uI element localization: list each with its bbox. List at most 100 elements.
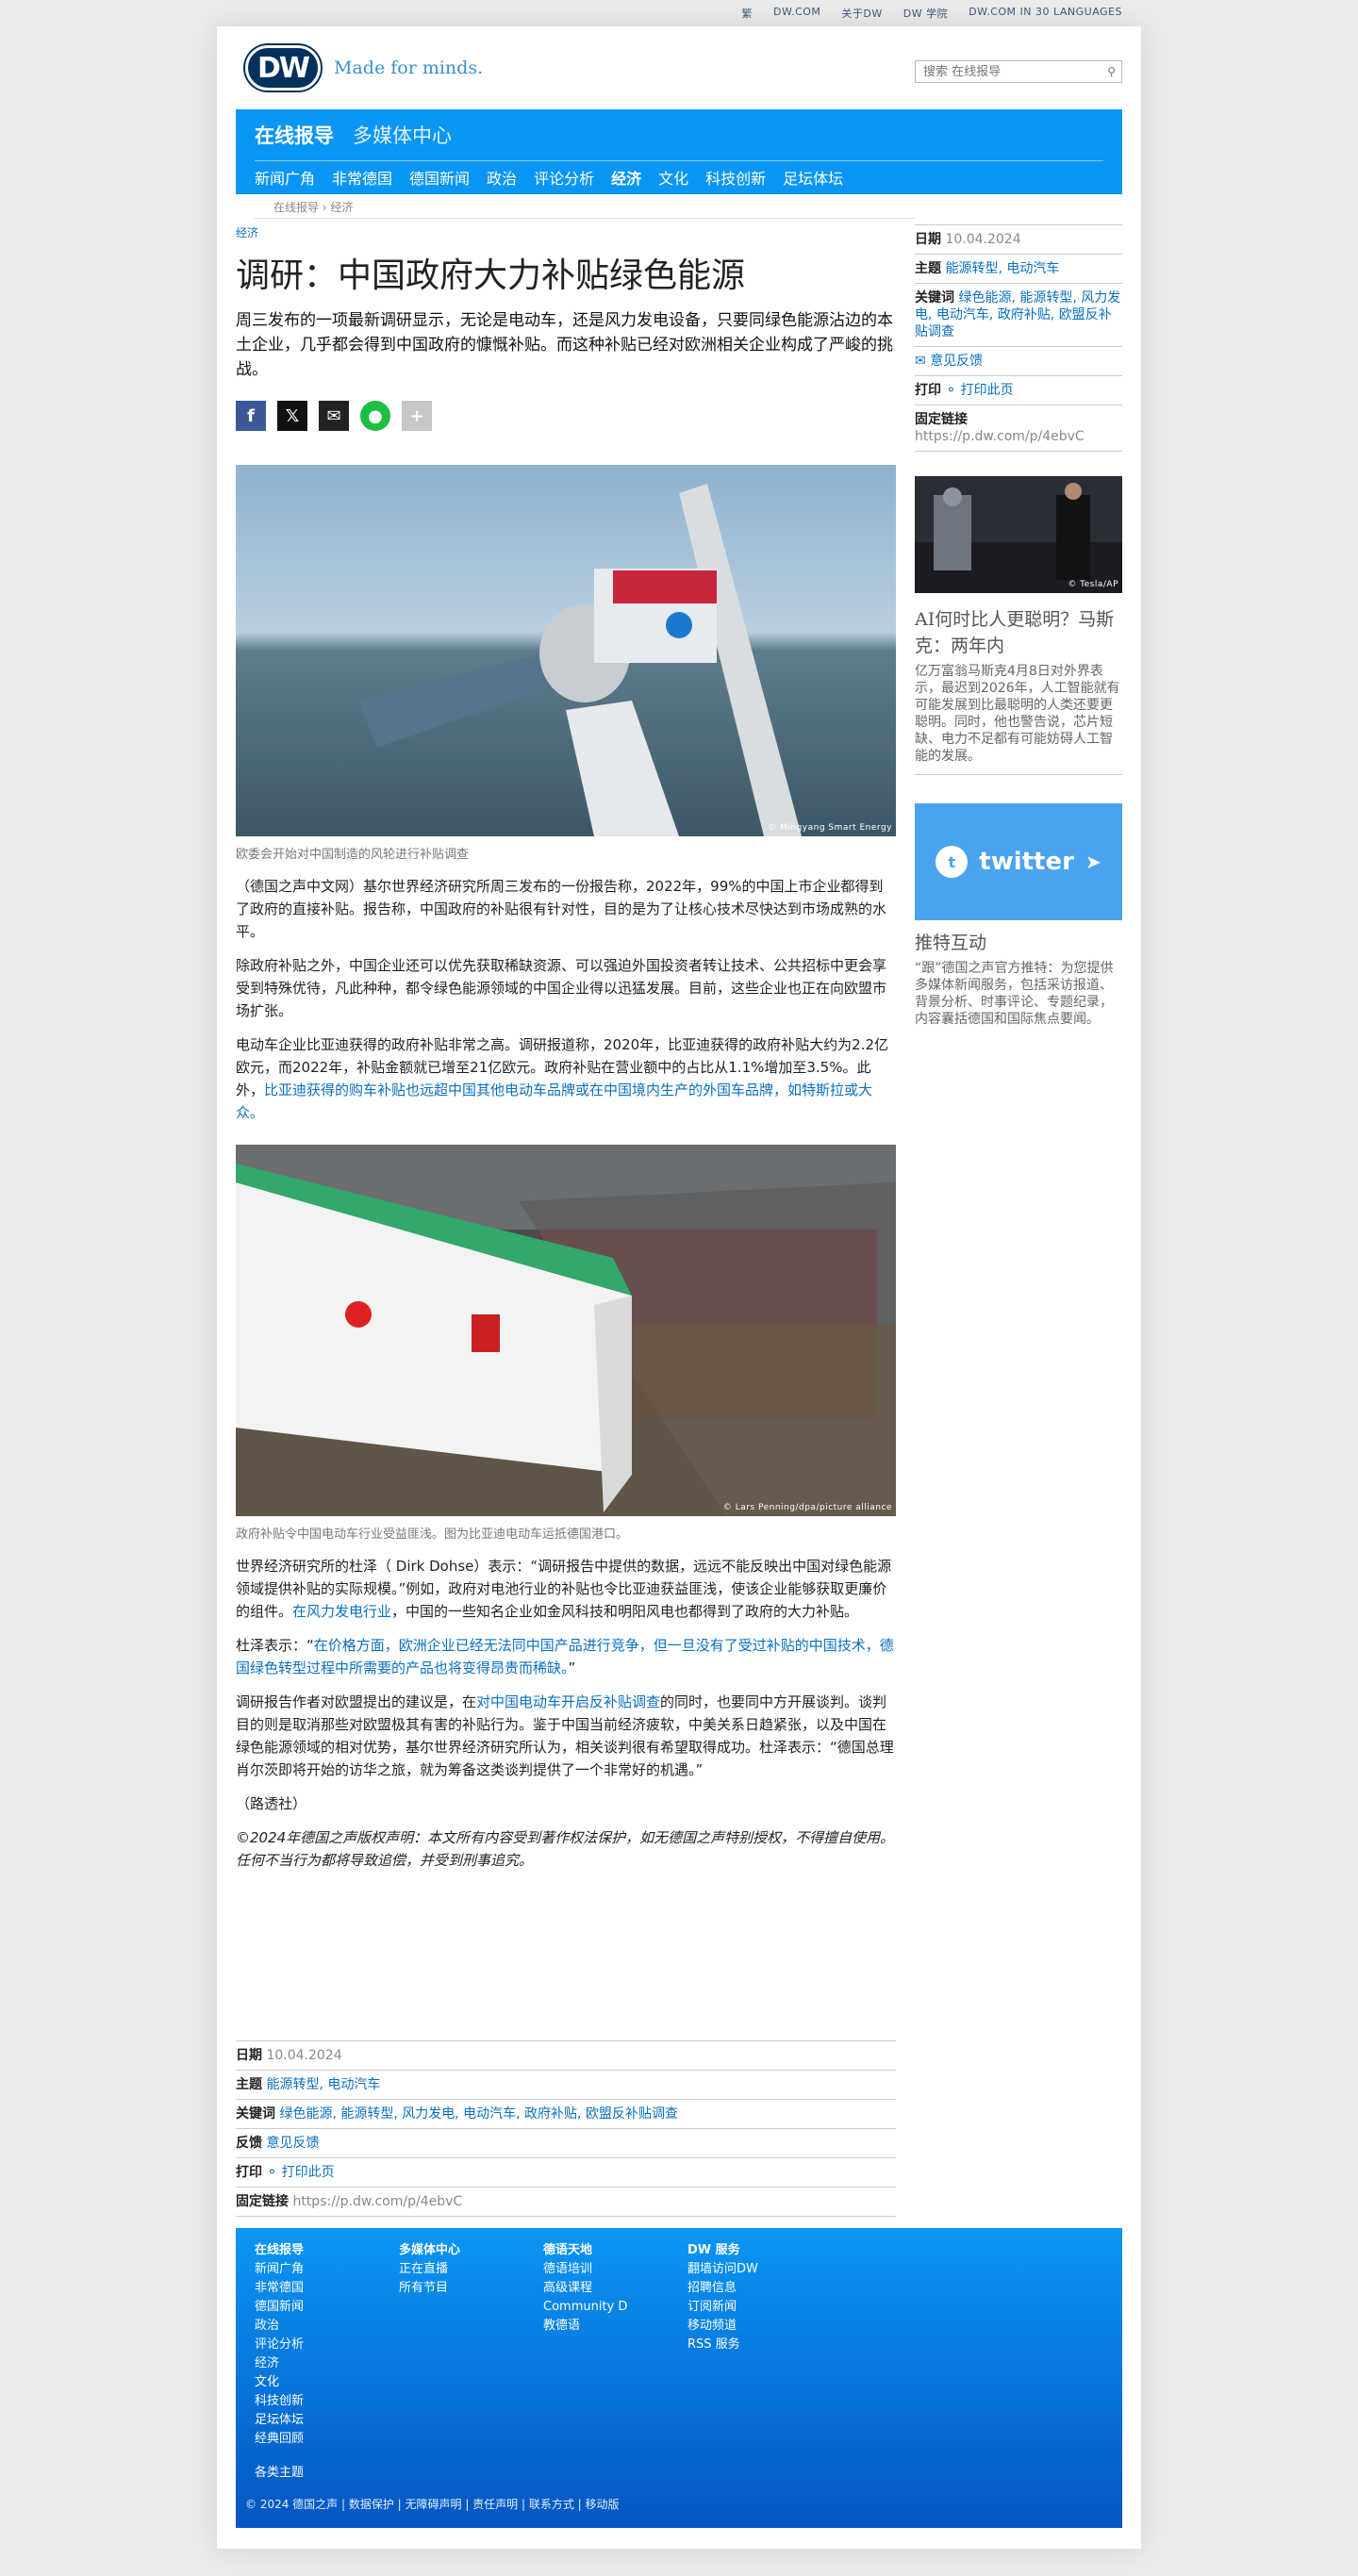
footer-link[interactable]: 新闻广角	[255, 2260, 304, 2279]
footer-col-multimedia: 多媒体中心 正在直播 所有节目	[399, 2241, 460, 2298]
twitter-title[interactable]: 推特互动	[915, 930, 1122, 956]
mail-icon: ✉	[915, 354, 931, 369]
nav-item-culture[interactable]: 文化	[658, 166, 688, 189]
nav-item-sports[interactable]: 足坛体坛	[783, 166, 843, 189]
footer-head-services[interactable]: DW 服务	[687, 2241, 758, 2260]
main-nav: 在线报导 多媒体中心 新闻广角 非常德国 德国新闻 政治 评论分析 经济 文化 …	[236, 109, 1122, 194]
footer-link[interactable]: 德语培训	[543, 2260, 627, 2279]
teaser-card[interactable]: © Tesla/AP AI何时比人更聪明？马斯克：两年内 亿万富翁马斯克4月8日…	[915, 476, 1122, 775]
facebook-icon[interactable]: f	[236, 401, 266, 431]
footer-link[interactable]: 德国新闻	[255, 2298, 304, 2317]
nav-item-science[interactable]: 科技创新	[705, 166, 766, 189]
topics-links[interactable]: 能源转型, 电动汽车	[266, 2077, 380, 2092]
print-link[interactable]: ⚬ 打印此页	[266, 2165, 334, 2180]
wind-turbine-photo	[236, 465, 896, 836]
paragraph-5-end: ”	[568, 1660, 576, 1676]
footer-link[interactable]: 移动频道	[687, 2317, 758, 2336]
footer-link[interactable]: RSS 服务	[687, 2336, 758, 2354]
paragraph-4-rest: ，中国的一些知名企业如金风科技和明阳风电也都得到了政府的大力补贴。	[391, 1603, 859, 1620]
search-input[interactable]	[921, 63, 1108, 80]
meta-keywords: 关键词 绿色能源, 能源转型, 风力发电, 电动汽车, 政府补贴, 欧盟反补贴调…	[236, 2099, 896, 2128]
image2-caption: 政府补贴令中国电动车行业受益匪浅。图为比亚迪电动车运抵德国港口。	[236, 1527, 629, 1542]
footer-link[interactable]: 非常德国	[255, 2279, 304, 2298]
twitter-banner[interactable]: t twitter ➤	[915, 803, 1122, 920]
teaser-credit: © Tesla/AP	[1068, 580, 1118, 589]
article: 经济 调研：中国政府大力补贴绿色能源 周三发布的一项最新调研显示，无论是电动车，…	[236, 224, 896, 1883]
plus-icon[interactable]: +	[402, 401, 432, 431]
footer-link[interactable]: 所有节目	[399, 2279, 460, 2298]
footer-link[interactable]: 订阅新闻	[687, 2298, 758, 2317]
wind-power-link[interactable]: 在风力发电行业	[292, 1603, 391, 1620]
x-twitter-icon[interactable]: 𝕏	[277, 401, 307, 431]
link-about-dw[interactable]: 关于DW	[841, 6, 882, 21]
source: （路透社）	[236, 1795, 307, 1812]
link-traditional[interactable]: 繁	[742, 6, 754, 21]
link-30-languages[interactable]: DW.COM IN 30 LANGUAGES	[969, 6, 1122, 21]
side-topics-links[interactable]: 能源转型, 电动汽车	[945, 261, 1059, 276]
side-keywords: 关键词 绿色能源, 能源转型, 风力发电, 电动汽车, 政府补贴, 欧盟反补贴调…	[915, 284, 1122, 347]
nav-item-commentary[interactable]: 评论分析	[534, 166, 594, 189]
footer-link[interactable]: 翻墙访问DW	[687, 2260, 758, 2279]
meta-permalink: 固定链接 https://p.dw.com/p/4ebvC	[236, 2187, 896, 2217]
permalink-url[interactable]: https://p.dw.com/p/4ebvC	[292, 2194, 462, 2209]
footer-link[interactable]: 经典回顾	[255, 2430, 304, 2449]
footer-link[interactable]: 文化	[255, 2373, 304, 2392]
copyright-notice: ©2024年德国之声版权声明：本文所有内容受到著作权法保护，如无德国之声特别授权…	[236, 1829, 895, 1869]
keywords-links[interactable]: 绿色能源, 能源转型, 风力发电, 电动汽车, 政府补贴, 欧盟反补贴调查	[279, 2106, 678, 2122]
site-header: DW Made for minds. ⚲	[236, 26, 1122, 109]
footer-link[interactable]: Community D	[543, 2298, 627, 2317]
article-title: 调研：中国政府大力补贴绿色能源	[236, 256, 746, 295]
side-print-link[interactable]: ⚬ 打印此页	[945, 383, 1013, 398]
quote-link[interactable]: 在价格方面，欧洲企业已经无法同中国产品进行竞争，但一旦没有了受过补贴的中国技术，…	[236, 1637, 894, 1676]
footer-link[interactable]: 科技创新	[255, 2392, 304, 2411]
side-permalink-url[interactable]: https://p.dw.com/p/4ebvC	[915, 429, 1085, 444]
footer-link[interactable]: 政治	[255, 2317, 304, 2336]
footer-link[interactable]: 经济	[255, 2354, 304, 2373]
side-feedback-link[interactable]: ✉ 意见反馈	[915, 354, 983, 369]
search-icon[interactable]: ⚲	[1107, 65, 1116, 78]
nav-item-german-news[interactable]: 德国新闻	[409, 166, 470, 189]
page-container: DW Made for minds. ⚲ 在线报导 多媒体中心 新闻广角 非常德…	[217, 26, 1141, 2549]
nav-item-news[interactable]: 新闻广角	[255, 166, 315, 189]
paragraph-1: （德国之声中文网）基尔世界经济研究所周三发布的一份报告称，2022年，99%的中…	[236, 878, 887, 940]
print-icon: ⚬	[266, 2165, 282, 2180]
teaser-title[interactable]: AI何时比人更聪明？马斯克：两年内	[915, 606, 1122, 659]
anti-subsidy-link[interactable]: 对中国电动车开启反补贴调查	[476, 1693, 660, 1710]
paragraph-4: 世界经济研究所的杜泽（ Dirk Dohse）表示：“调研报告中提供的数据，远远…	[236, 1555, 896, 1623]
feedback-link[interactable]: 意见反馈	[266, 2136, 319, 2151]
footer-link[interactable]: 高级课程	[543, 2279, 627, 2298]
nav-item-economy[interactable]: 经济	[611, 166, 641, 189]
footer-head-german[interactable]: 德语天地	[543, 2241, 627, 2260]
nav-item-germany[interactable]: 非常德国	[332, 166, 392, 189]
nav-online-reports[interactable]: 在线报导	[255, 121, 334, 149]
footer-link-topics[interactable]: 各类主题	[255, 2464, 304, 2483]
footer-link[interactable]: 足坛体坛	[255, 2411, 304, 2430]
twitter-wordmark: twitter	[979, 848, 1074, 876]
teaser-text: 亿万富翁马斯克4月8日对外界表示，最迟到2026年，人工智能就有可能发展到比最聪…	[915, 663, 1122, 775]
dw-logo[interactable]: DW Made for minds.	[245, 45, 483, 91]
meta-print: 打印 ⚬ 打印此页	[236, 2157, 896, 2187]
line-icon[interactable]: ●	[360, 401, 390, 431]
search-box[interactable]: ⚲	[915, 60, 1122, 83]
footer-link[interactable]: 招聘信息	[687, 2279, 758, 2298]
image1-credit: © Mingyang Smart Energy	[768, 823, 892, 833]
footer-link[interactable]: 教德语	[543, 2317, 627, 2336]
side-feedback: ✉ 意见反馈	[915, 347, 1122, 376]
breadcrumb[interactable]: 在线报导 › 经济	[255, 196, 915, 219]
image1-caption: 欧委会开始对中国制造的风轮进行补贴调查	[236, 848, 470, 862]
paragraph-6-text: 调研报告作者对欧盟提出的建议是，在	[236, 1693, 477, 1710]
footer-link[interactable]: 正在直播	[399, 2260, 460, 2279]
footer-head-online[interactable]: 在线报导	[255, 2241, 304, 2260]
side-permalink: 固定链接 https://p.dw.com/p/4ebvC	[915, 405, 1122, 452]
link-dw-com[interactable]: DW.COM	[773, 6, 820, 21]
nav-multimedia[interactable]: 多媒体中心	[353, 121, 452, 149]
meta-topics: 主题 能源转型, 电动汽车	[236, 2070, 896, 2099]
footer-head-multimedia[interactable]: 多媒体中心	[399, 2241, 460, 2260]
article-kicker[interactable]: 经济	[236, 224, 896, 240]
link-dw-academy[interactable]: DW 学院	[903, 6, 948, 21]
email-icon[interactable]: ✉	[319, 401, 349, 431]
footer-link[interactable]: 评论分析	[255, 2336, 304, 2354]
footer-legal[interactable]: © 2024 德国之声 | 数据保护 | 无障碍声明 | 责任声明 | 联系方式…	[245, 2496, 620, 2512]
nav-item-politics[interactable]: 政治	[487, 166, 517, 189]
byd-subsidy-link[interactable]: 比亚迪获得的购车补贴也远超中国其他电动车品牌或在中国境内生产的外国车品牌，如特斯…	[236, 1082, 872, 1121]
